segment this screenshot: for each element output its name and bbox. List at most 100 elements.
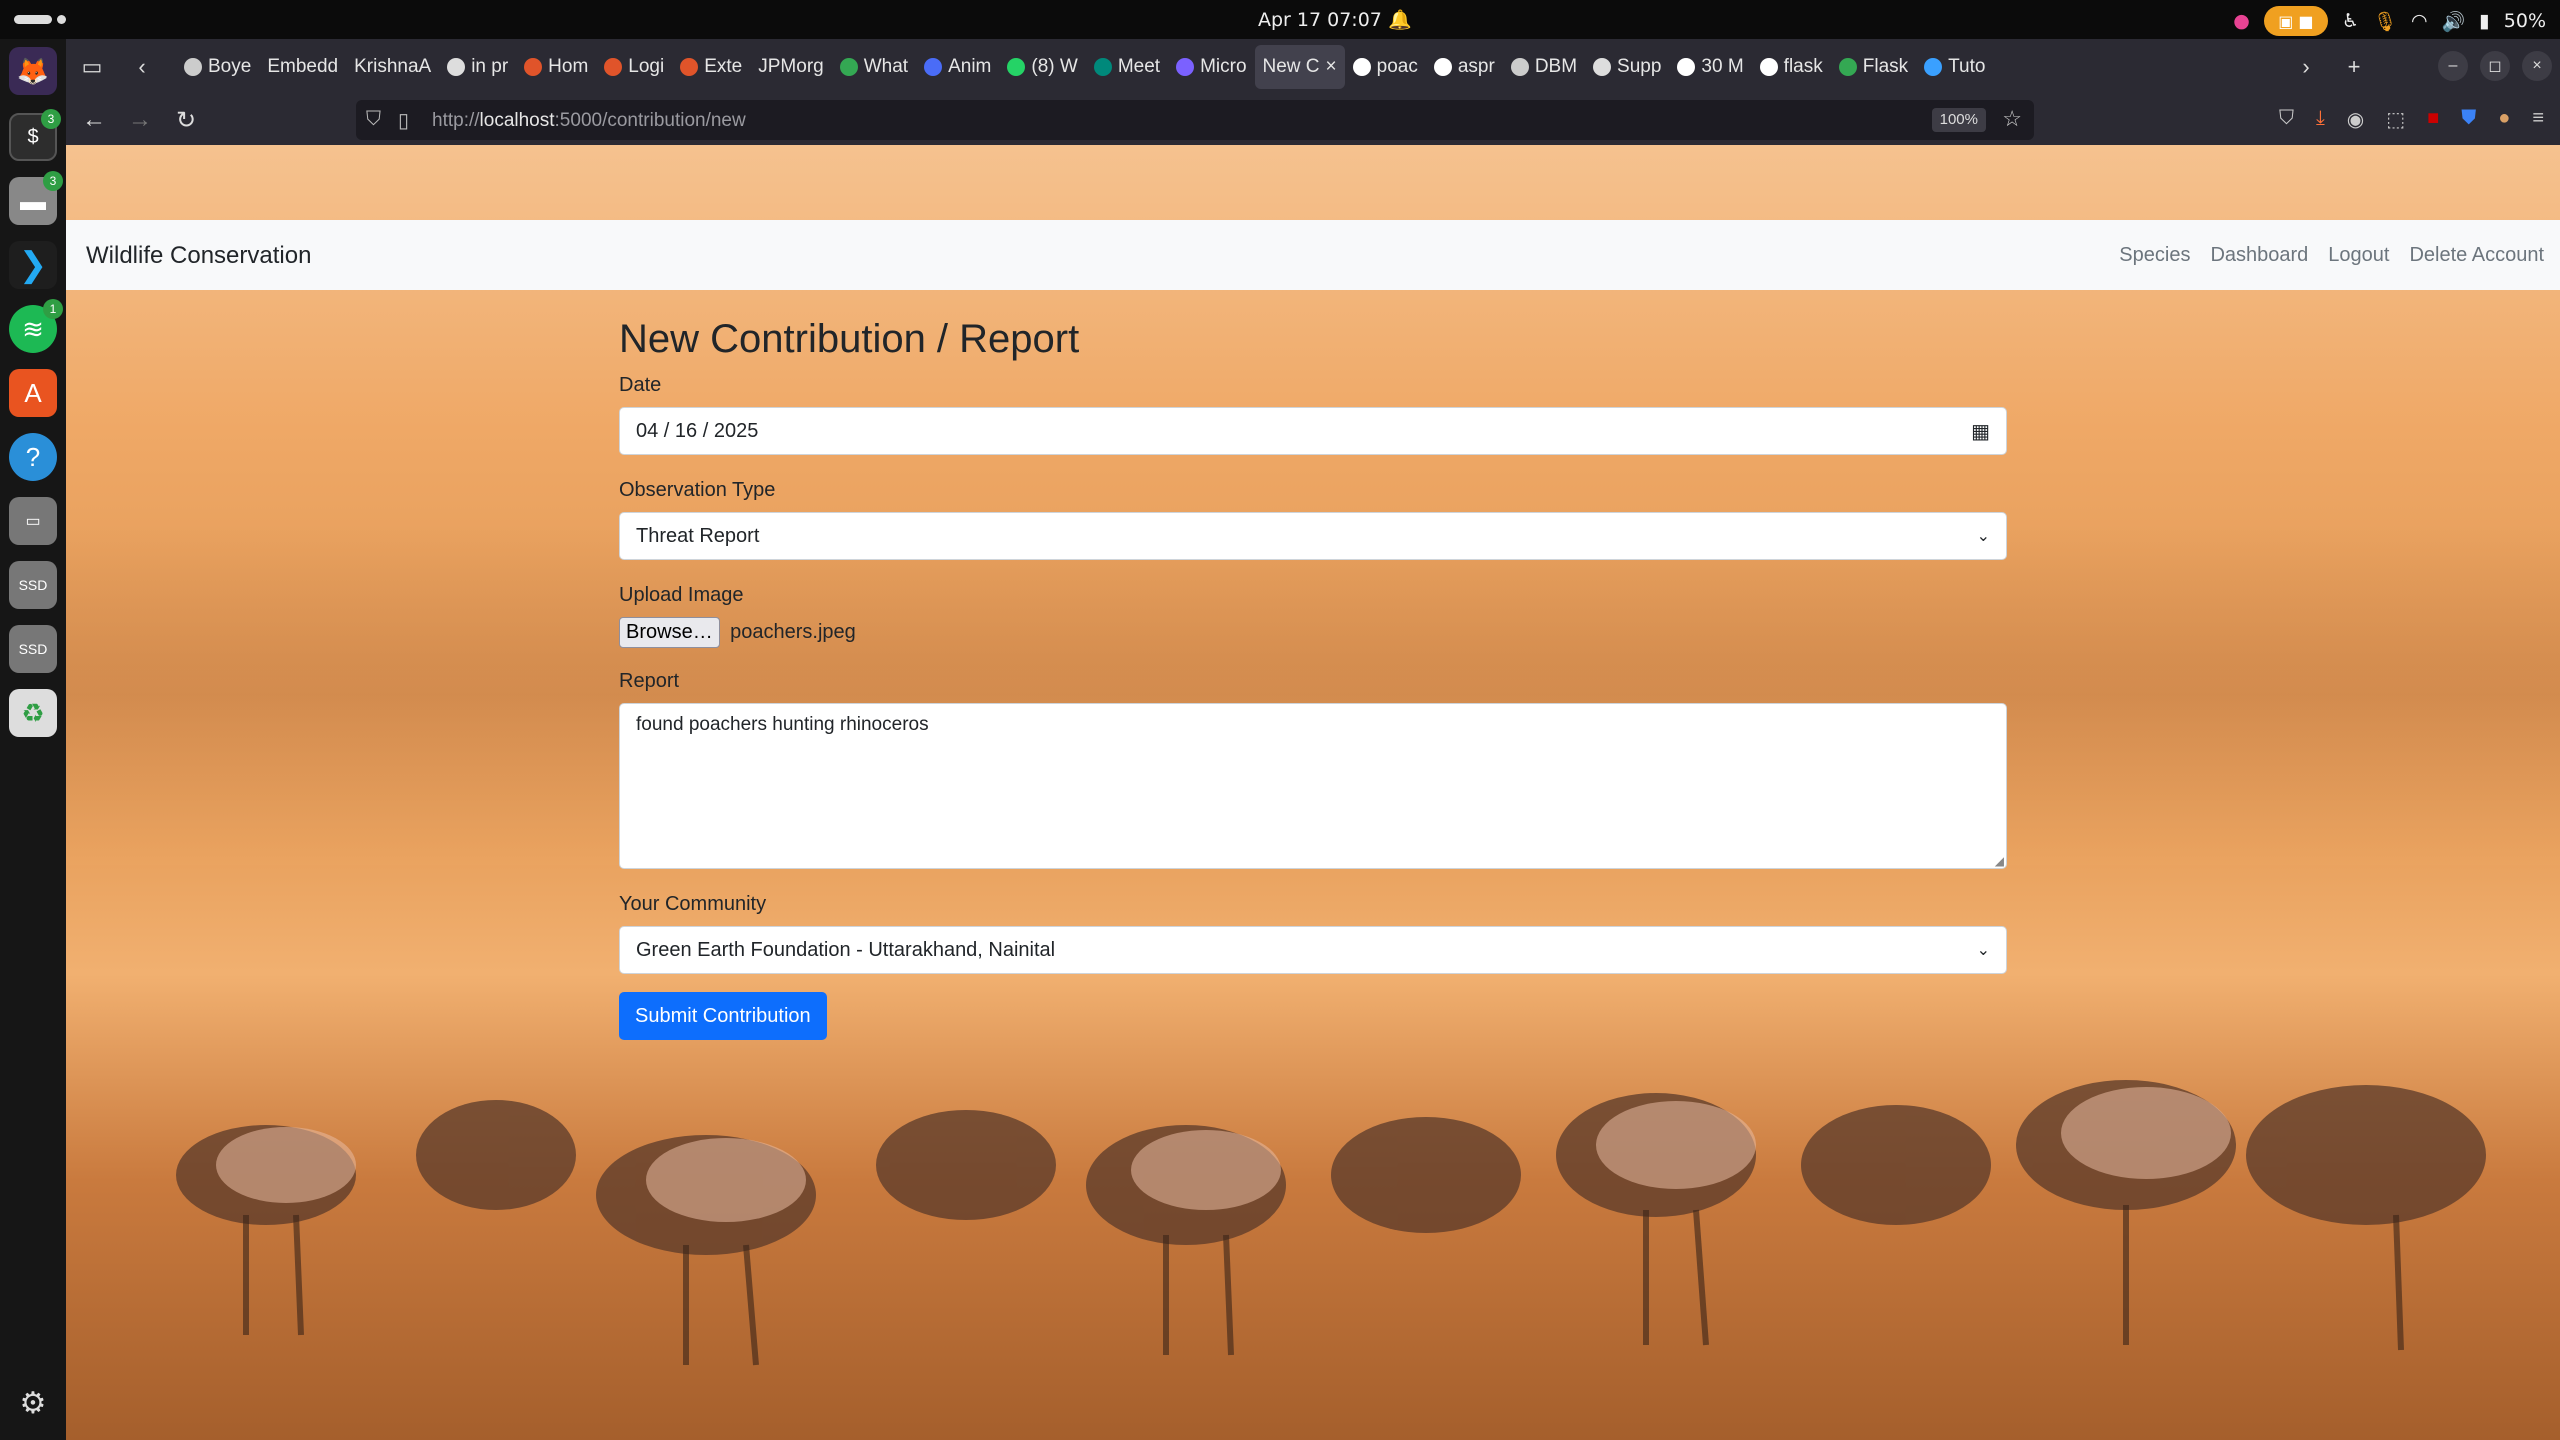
bitwarden-icon[interactable]: ⛊ xyxy=(2461,107,2476,132)
spotify-badge: 1 xyxy=(43,299,63,319)
pocket-icon[interactable]: ⛉ xyxy=(2279,107,2294,132)
submit-contribution-button[interactable]: Submit Contribution xyxy=(619,992,827,1040)
drive-icon[interactable]: ▭ xyxy=(9,497,57,545)
system-tray[interactable]: ● ▣ ■ ♿ 🎙 ◠ 🔊 ▮ 50% xyxy=(2233,6,2546,36)
browser-tab[interactable]: in pr xyxy=(439,45,516,89)
browser-tab[interactable]: Logi xyxy=(596,45,672,89)
browser-tab[interactable]: Hom xyxy=(516,45,596,89)
browser-tab[interactable]: Tuto xyxy=(1916,45,1993,89)
browser-tab[interactable]: Meet xyxy=(1086,45,1168,89)
browser-tab[interactable]: Anim xyxy=(916,45,999,89)
community-label: Your Community xyxy=(619,893,767,915)
scroll-tabs-left-icon[interactable]: ‹ xyxy=(126,51,158,83)
tab-favicon-icon xyxy=(924,58,943,76)
file-input: Browse… poachers.jpeg xyxy=(619,617,2007,648)
close-window-icon[interactable]: × xyxy=(2522,51,2552,81)
restore-icon[interactable]: ◻ xyxy=(2480,51,2510,81)
battery-percentage[interactable]: 50% xyxy=(2504,10,2546,32)
tab-label: Meet xyxy=(1117,56,1161,77)
browser-tab[interactable]: (8) W xyxy=(999,45,1085,89)
reload-icon[interactable]: ↻ xyxy=(170,104,202,136)
spotify-icon[interactable]: ≋ 1 xyxy=(9,299,63,353)
browser-tab[interactable]: flask xyxy=(1752,45,1831,89)
browser-tab[interactable]: Supp xyxy=(1585,45,1669,89)
help-icon[interactable]: ? xyxy=(9,433,57,481)
extensions-toolbar: ⛉ ⤓ ◉ ⬚ ■ ⛊ ● ≡ xyxy=(2279,107,2544,132)
pelicans-background-image xyxy=(176,1080,2486,1366)
report-textarea[interactable]: found poachers hunting rhinoceros ◢ xyxy=(619,703,2007,869)
nav-link-species[interactable]: Species xyxy=(2119,244,2190,267)
tab-label: poac xyxy=(1376,56,1418,77)
workspace-indicator[interactable] xyxy=(14,15,52,24)
files-icon[interactable]: ▬ 3 xyxy=(9,171,63,225)
profile-avatar-icon[interactable]: ● xyxy=(2498,107,2510,132)
firefox-icon[interactable]: 🦊 xyxy=(9,47,57,95)
scroll-tabs-right-icon[interactable]: › xyxy=(2290,51,2322,83)
browser-tab[interactable]: New C × xyxy=(1254,45,1345,89)
show-apps-icon[interactable]: ⚙ xyxy=(9,1379,57,1427)
extensions-icon[interactable]: ⬚ xyxy=(2386,107,2405,132)
browser-tab[interactable]: What xyxy=(832,45,916,89)
trash-icon[interactable]: ♻ xyxy=(9,689,57,737)
date-input[interactable]: 04 / 16 / 2025 ▦ xyxy=(619,407,2007,455)
browser-tab[interactable]: DBM xyxy=(1503,45,1585,89)
browser-tab[interactable]: KrishnaA xyxy=(346,45,439,89)
resize-handle-icon[interactable]: ◢ xyxy=(1995,854,2004,868)
url-text[interactable]: http://localhost:5000/contribution/new xyxy=(432,110,746,132)
terminal-badge: 3 xyxy=(41,109,61,129)
volume-icon[interactable]: 🔊 xyxy=(2442,10,2466,33)
microphone-icon[interactable]: 🎙 xyxy=(2373,10,2397,33)
browser-tab[interactable]: JPMorg xyxy=(750,45,831,89)
drive-icon-2[interactable]: SSD xyxy=(9,561,57,609)
downloads-icon[interactable]: ⤓ xyxy=(2316,107,2325,132)
browser-tab[interactable]: Flask xyxy=(1831,45,1916,89)
back-icon[interactable]: ← xyxy=(78,104,110,136)
tab-favicon-icon xyxy=(447,58,466,76)
menu-hamburger-icon[interactable]: ≡ xyxy=(2532,107,2544,132)
nav-link-dashboard[interactable]: Dashboard xyxy=(2210,244,2308,267)
accessibility-icon[interactable]: ♿ xyxy=(2342,10,2359,32)
browser-tab[interactable]: Boye xyxy=(176,45,259,89)
ublock-icon[interactable]: ■ xyxy=(2427,107,2439,132)
tab-label: What xyxy=(863,56,909,77)
browser-tab[interactable]: Micro xyxy=(1168,45,1254,89)
browse-button[interactable]: Browse… xyxy=(619,617,720,648)
chevron-down-icon: ⌄ xyxy=(1976,528,1990,545)
terminal-icon[interactable]: $3 xyxy=(9,109,61,161)
wifi-icon[interactable]: ◠ xyxy=(2411,10,2428,32)
page-icon: ▯ xyxy=(398,110,410,132)
browser-tab[interactable]: poac xyxy=(1345,45,1426,89)
site-brand[interactable]: Wildlife Conservation xyxy=(86,242,311,270)
tab-favicon-icon xyxy=(1093,58,1112,76)
new-tab-icon[interactable]: + xyxy=(2338,51,2370,83)
shield-icon[interactable]: ⛉ xyxy=(366,108,381,131)
close-tab-icon[interactable]: × xyxy=(1326,56,1337,78)
screen-record-indicator[interactable]: ▣ ■ xyxy=(2263,6,2328,36)
bookmark-star-icon[interactable]: ☆ xyxy=(2002,106,2022,132)
workspace-dot[interactable] xyxy=(57,15,66,24)
vscode-icon[interactable]: ❯ xyxy=(9,241,57,289)
community-select[interactable]: Green Earth Foundation - Uttarakhand, Na… xyxy=(619,926,2007,974)
nav-link-delete-account[interactable]: Delete Account xyxy=(2409,244,2544,267)
drive-icon-3[interactable]: SSD xyxy=(9,625,57,673)
tab-overview-icon[interactable]: ▭ xyxy=(76,51,108,83)
address-bar[interactable]: ⛉ ▯ http://localhost:5000/contribution/n… xyxy=(356,100,2034,140)
battery-icon[interactable]: ▮ xyxy=(2479,10,2489,32)
bell-icon[interactable]: 🔔 xyxy=(1388,8,1412,31)
tab-label: Hom xyxy=(548,56,589,77)
browser-tab[interactable]: 30 M xyxy=(1669,45,1751,89)
minimize-icon[interactable]: – xyxy=(2438,51,2468,81)
account-icon[interactable]: ◉ xyxy=(2347,107,2364,132)
browser-tab[interactable]: Embedd xyxy=(259,45,346,89)
app-center-icon[interactable]: A xyxy=(9,369,57,417)
forward-icon[interactable]: → xyxy=(124,104,156,136)
browser-tab[interactable]: aspr xyxy=(1426,45,1503,89)
color-picker-icon[interactable]: ● xyxy=(2233,10,2250,32)
calendar-icon[interactable]: ▦ xyxy=(1971,419,1990,444)
browser-tab[interactable]: Exte xyxy=(672,45,750,89)
zoom-level[interactable]: 100% xyxy=(1931,108,1986,132)
tab-favicon-icon xyxy=(1007,58,1026,76)
system-clock[interactable]: Apr 17 07:07 xyxy=(1258,9,1382,31)
nav-link-logout[interactable]: Logout xyxy=(2328,244,2389,267)
observation-type-select[interactable]: Threat Report ⌄ xyxy=(619,512,2007,560)
